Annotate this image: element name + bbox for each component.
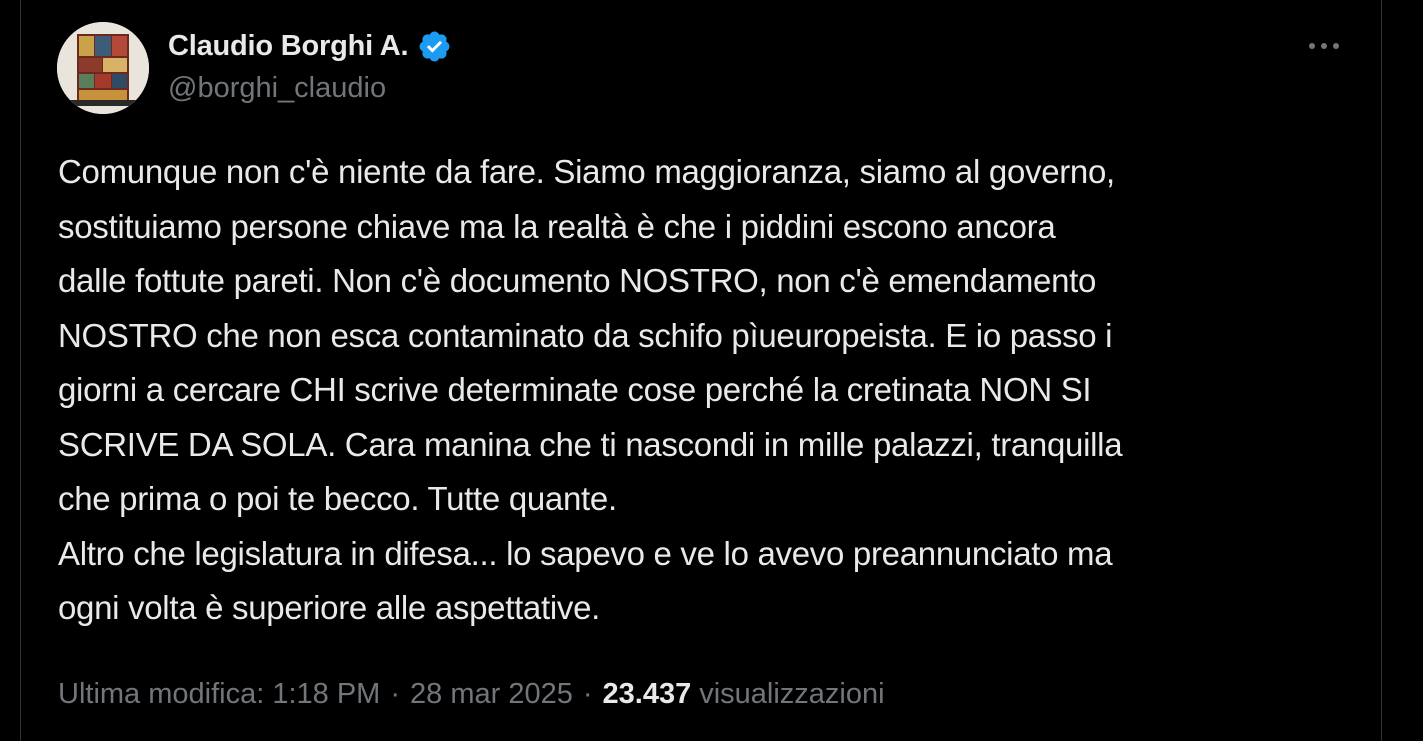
meta-separator: · [582,677,593,710]
tweet-detail-page: Claudio Borghi A. @borghi_claudio Comunq… [0,0,1423,741]
tweet-line: ogni volta è superiore alle aspettative. [58,589,601,626]
tweet-line: SCRIVE DA SOLA. Cara manina che ti nasco… [58,425,1123,463]
views-count: 23.437 [602,677,692,710]
tweet-line: sostituiamo persone chiave ma la realtà … [58,207,1056,245]
author-display-name[interactable]: Claudio Borghi A. [168,30,409,63]
more-options-button[interactable] [1302,30,1346,62]
meta-separator: · [390,677,400,710]
tweet-date-link[interactable]: 28 mar 2025 [410,678,573,711]
tweet-text: Comunque non c'è niente da fare. Siamo m… [58,145,1358,636]
tweet-line: Comunque non c'è niente da fare. Siamo m… [58,153,1115,190]
author-handle[interactable]: @borghi_claudio [168,72,386,105]
tweet-line: giorni a cercare CHI scrive determinate … [58,371,1092,408]
author-row: Claudio Borghi A. [168,26,452,66]
column-border-left [20,0,21,741]
more-horizontal-icon [1309,43,1339,49]
views-label: visualizzazioni [699,677,885,710]
verified-badge-icon[interactable] [417,29,452,64]
tweet-line: dalle fottute pareti. Non c'è documento … [58,262,1097,299]
profile-avatar[interactable] [57,22,149,114]
tweet-line: Altro che legislatura in difesa... lo sa… [58,534,1113,572]
tweet-line: NOSTRO che non esca contaminato da schif… [58,316,1113,354]
edited-timestamp-link[interactable]: Ultima modifica: 1:18 PM [58,678,380,711]
tweet-line: che prima o poi te becco. Tutte quante. [58,480,617,517]
tweet-meta-row: Ultima modifica: 1:18 PM · 28 mar 2025 ·… [58,672,885,716]
column-border-right [1381,0,1382,741]
